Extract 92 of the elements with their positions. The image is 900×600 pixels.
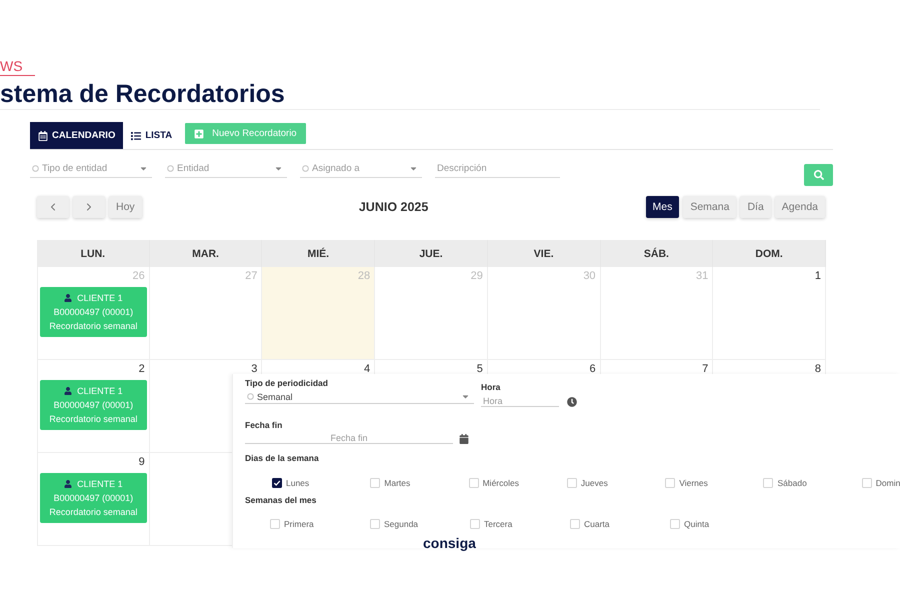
calendar-icon <box>38 130 48 140</box>
ring-icon <box>32 165 39 172</box>
view-button[interactable]: Mes <box>646 196 680 218</box>
weekday-header: MIÉ. <box>262 240 376 267</box>
day-number: 1 <box>814 269 822 283</box>
day-cell[interactable]: 1 <box>713 267 826 360</box>
ring-icon <box>167 165 174 172</box>
periodicity-select[interactable]: Semanal <box>245 390 474 404</box>
checkbox-label: Miércoles <box>482 478 519 488</box>
list-icon <box>131 130 142 140</box>
checkbox-label: Martes <box>384 478 410 488</box>
day-number: 26 <box>131 269 146 283</box>
day-number: 28 <box>356 269 372 283</box>
day-number: 6 <box>588 362 597 376</box>
day-cell[interactable]: 30 <box>488 267 601 360</box>
filter-select[interactable]: Asignado a <box>300 160 422 178</box>
calendar-view-tab[interactable]: CALENDARIO <box>30 122 124 149</box>
day-cell[interactable]: 31 <box>600 267 714 360</box>
weekday-header: SÁB. <box>600 240 714 267</box>
field-label: Semanas del mes <box>245 495 316 506</box>
event-card[interactable]: CLIENTE 1 B00000497 (00001) Recordatorio semanal <box>40 380 147 430</box>
filter-select[interactable]: Tipo de entidad <box>30 160 152 178</box>
event-client: CLIENTE 1 <box>77 385 123 398</box>
day-number: 2 <box>138 362 146 376</box>
filter-select[interactable]: Entidad <box>165 160 287 178</box>
weekday-header: DOM. <box>713 240 826 267</box>
section-label: WS <box>0 58 35 76</box>
view-button[interactable]: Agenda <box>774 196 825 218</box>
event-client: CLIENTE 1 <box>77 292 123 305</box>
checkbox-label: Lunes <box>286 478 310 488</box>
ring-icon <box>302 165 309 172</box>
field-label: Hora <box>481 382 500 393</box>
ring-icon <box>247 393 254 400</box>
checkbox-label: Viernes <box>679 478 708 488</box>
next-button[interactable] <box>73 196 105 218</box>
period-title: JUNIO 2025 <box>358 200 428 214</box>
checkbox-label: Jueves <box>580 478 608 488</box>
checkbox-label: Primera <box>284 519 314 529</box>
day-cell[interactable]: 9 CLIENTE 1 B00000497 (00001) Recordatorio semanal <box>37 453 150 546</box>
page-title: stema de Recordatorios <box>0 79 285 109</box>
event-code: B00000497 (00001) <box>52 306 134 319</box>
checkbox-label: Cuarta <box>584 519 610 529</box>
event-title: Recordatorio semanal <box>48 320 138 333</box>
day-number: 4 <box>363 362 372 376</box>
checkbox-label: Segunda <box>384 519 418 529</box>
day-number: 8 <box>814 362 822 376</box>
checkbox-label: Sábado <box>777 478 807 488</box>
checkbox[interactable] <box>272 478 282 488</box>
day-number: 9 <box>138 455 146 469</box>
view-button[interactable]: Semana <box>683 196 736 218</box>
checkbox-label: Domin <box>876 478 900 488</box>
clock-icon[interactable] <box>567 397 577 407</box>
event-client: CLIENTE 1 <box>77 478 123 491</box>
new-reminder-button[interactable]: Nuevo Recordatorio <box>185 123 306 144</box>
day-cell[interactable]: 29 <box>375 267 488 360</box>
time-input[interactable]: Hora <box>481 395 559 407</box>
search-icon <box>814 170 824 180</box>
day-number: 3 <box>250 362 258 376</box>
day-cell[interactable]: 28 <box>262 267 376 360</box>
today-button[interactable]: Hoy <box>109 196 142 218</box>
event-code: B00000497 (00001) <box>52 492 134 505</box>
end-date-input[interactable]: Fecha fin <box>245 432 453 444</box>
weekday-header: LUN. <box>37 240 150 267</box>
event-title: Recordatorio semanal <box>48 413 138 426</box>
list-view-tab[interactable]: LISTA <box>123 122 180 149</box>
event-card[interactable]: CLIENTE 1 B00000497 (00001) Recordatorio semanal <box>40 473 147 523</box>
person-icon <box>64 294 72 302</box>
day-cell[interactable]: 26 CLIENTE 1 B00000497 (00001) Recordatorio semanal <box>37 267 150 360</box>
weekday-header: MAR. <box>150 240 262 267</box>
day-number: 29 <box>470 269 484 283</box>
day-number: 27 <box>244 269 258 283</box>
person-icon <box>64 480 72 488</box>
company-logo: consiga <box>423 536 476 551</box>
calendar-icon[interactable] <box>459 434 469 444</box>
event-title: Recordatorio semanal <box>48 506 138 519</box>
weekday-header: JUE. <box>375 240 488 267</box>
description-input[interactable]: Descripción <box>435 160 560 178</box>
checkbox-label: Tercera <box>484 519 512 529</box>
checkbox-label: Quinta <box>684 519 710 529</box>
person-icon <box>64 387 72 395</box>
event-card[interactable]: CLIENTE 1 B00000497 (00001) Recordatorio semanal <box>40 287 147 337</box>
day-cell[interactable]: 2 CLIENTE 1 B00000497 (00001) Recordatorio semanal <box>37 360 150 453</box>
day-number: 31 <box>695 269 710 283</box>
day-number: 5 <box>476 362 484 376</box>
field-label: Dias de la semana <box>245 453 319 464</box>
day-number: 30 <box>582 269 597 283</box>
weekday-header: VIE. <box>488 240 601 267</box>
day-number: 7 <box>701 362 710 376</box>
search-button[interactable] <box>804 164 833 186</box>
view-button[interactable]: Día <box>740 196 771 218</box>
previous-button[interactable] <box>37 196 69 218</box>
event-code: B00000497 (00001) <box>52 399 134 412</box>
